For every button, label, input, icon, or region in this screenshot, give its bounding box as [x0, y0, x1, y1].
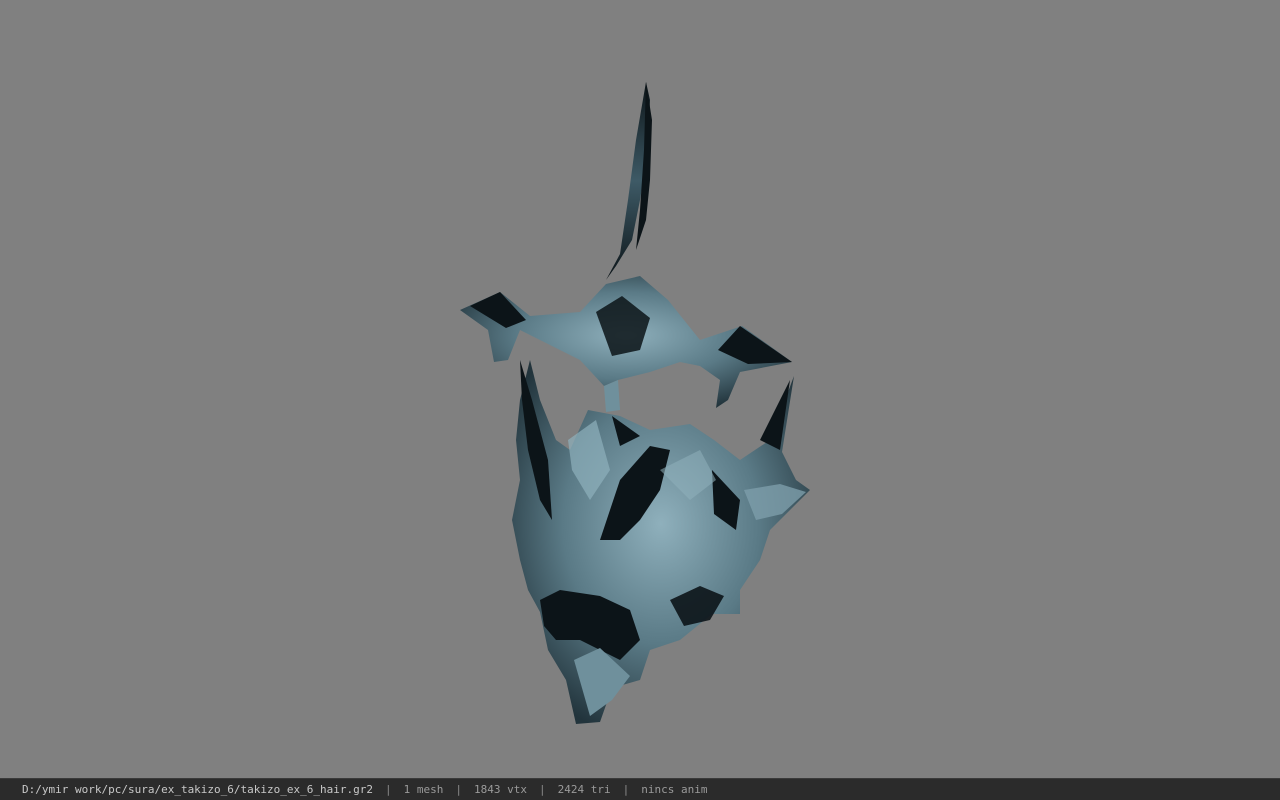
separator: | [538, 783, 546, 796]
mesh-count: 1 mesh [403, 783, 444, 796]
animation-status: nincs anim [641, 783, 708, 796]
separator: | [385, 783, 392, 796]
triangle-count: 2424 tri [557, 783, 611, 796]
file-path: D:/ymir work/pc/sura/ex_takizo_6/takizo_… [22, 783, 373, 796]
hair-mesh-model [460, 82, 810, 724]
vertex-count: 1843 vtx [474, 783, 527, 796]
separator: | [455, 783, 462, 796]
3d-viewport[interactable] [0, 0, 1280, 778]
separator: | [622, 783, 630, 796]
status-bar: D:/ymir work/pc/sura/ex_takizo_6/takizo_… [0, 778, 1280, 800]
